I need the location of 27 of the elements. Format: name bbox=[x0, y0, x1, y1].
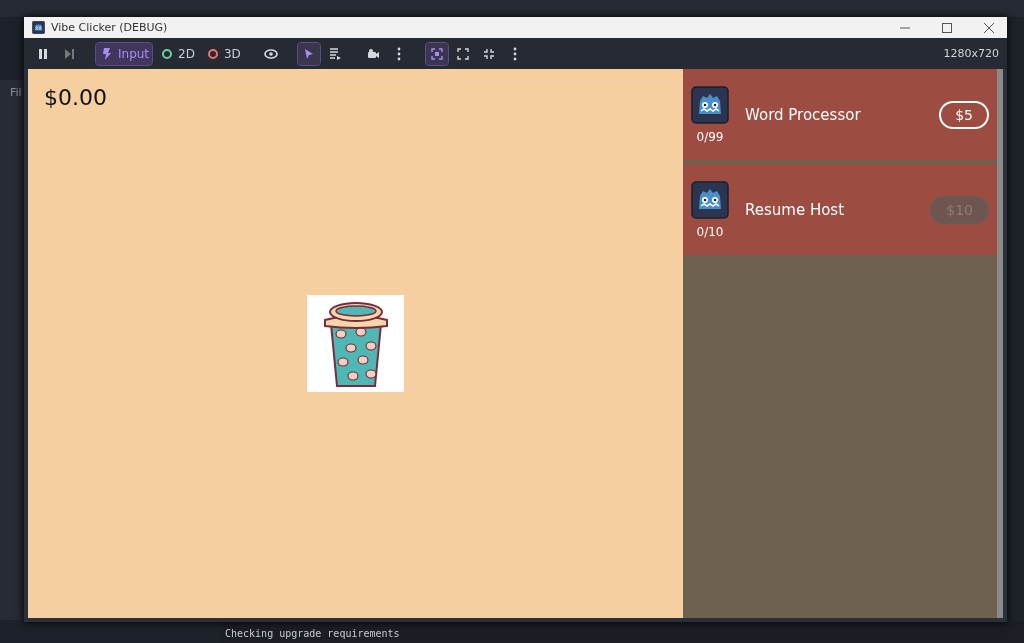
select-tool-button[interactable] bbox=[297, 42, 320, 65]
more-icon bbox=[396, 45, 401, 62]
frame-icon bbox=[428, 45, 445, 62]
dock-label: Fil bbox=[10, 86, 22, 99]
robot-icon bbox=[32, 21, 45, 34]
input-mode-button[interactable]: Input bbox=[96, 42, 153, 65]
more-icon bbox=[512, 45, 517, 62]
upgrade-count: 0/10 bbox=[696, 224, 724, 239]
buy-button[interactable]: $5 bbox=[939, 100, 989, 129]
close-icon bbox=[984, 22, 994, 33]
money-counter: $0.00 bbox=[44, 85, 107, 110]
expand-icon bbox=[454, 45, 471, 62]
upgrade-name: Word Processor bbox=[745, 105, 862, 124]
camera-override-button[interactable] bbox=[425, 42, 448, 65]
upgrade-name: Resume Host bbox=[745, 200, 846, 219]
robot-icon bbox=[691, 180, 729, 219]
scrollbar[interactable] bbox=[997, 69, 1003, 618]
maximize-icon bbox=[942, 22, 952, 33]
coffee-cup-button[interactable] bbox=[307, 295, 404, 392]
robot-icon bbox=[691, 85, 729, 124]
resolution-label: 1280x720 bbox=[943, 47, 999, 60]
window-title: Vibe Clicker (DEBUG) bbox=[51, 21, 169, 34]
2d-mode-button[interactable]: 2D bbox=[156, 42, 198, 65]
console-line: Checking upgrade requirements bbox=[225, 628, 400, 639]
upgrade-count: 0/99 bbox=[696, 129, 724, 144]
3d-mode-button[interactable]: 3D bbox=[201, 42, 244, 65]
minimize-icon bbox=[900, 26, 910, 29]
